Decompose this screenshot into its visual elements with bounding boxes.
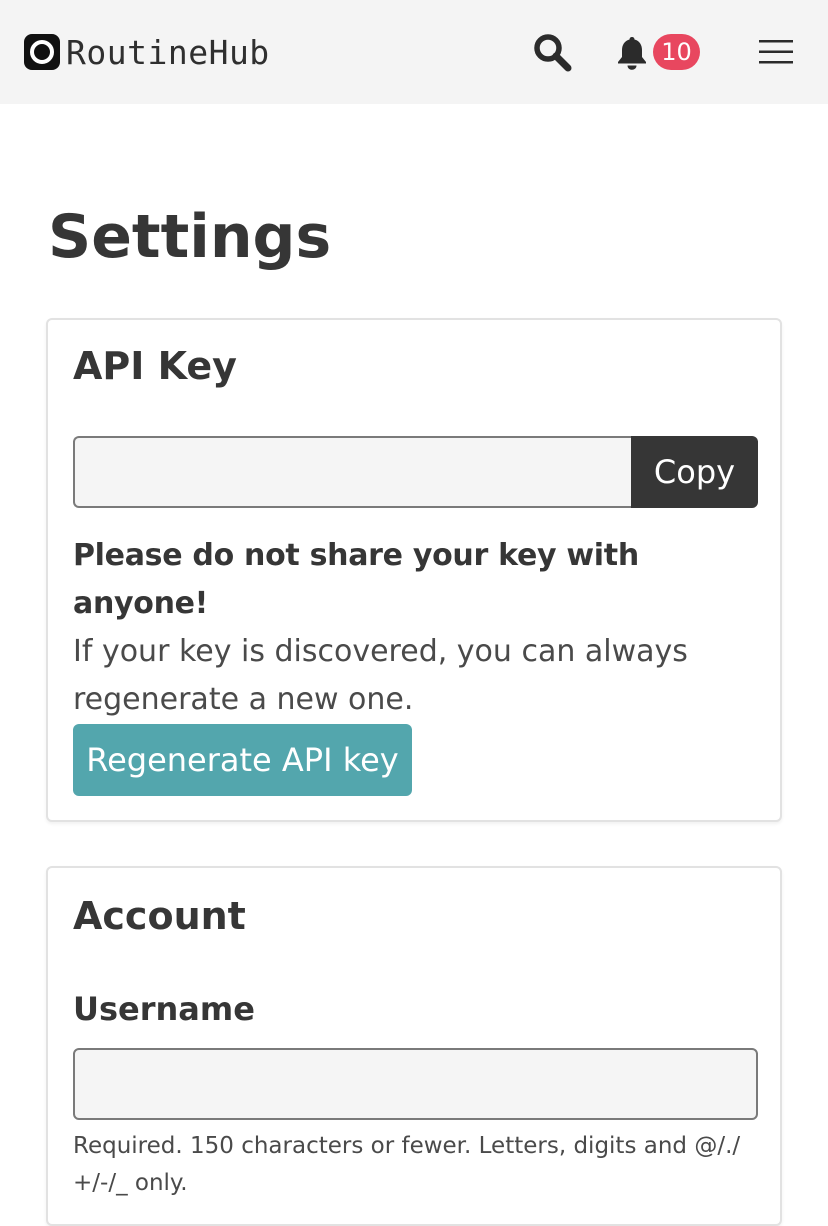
api-key-warning: Please do not share your key with anyone…: [73, 532, 773, 724]
account-card: Account Username Required. 150 character…: [46, 866, 782, 1226]
username-help-text: Required. 150 characters or fewer. Lette…: [73, 1133, 741, 1196]
api-key-title: API Key: [73, 344, 237, 388]
bell-icon[interactable]: [616, 36, 648, 70]
api-key-input[interactable]: [73, 436, 631, 508]
warning-body-text: If your key is discovered, you can alway…: [73, 634, 688, 717]
page-title: Settings: [48, 202, 332, 272]
brand-link[interactable]: RoutineHub: [24, 32, 270, 72]
copy-button[interactable]: Copy: [631, 436, 758, 508]
warning-strong-text: Please do not share your key with anyone…: [73, 538, 639, 621]
search-icon[interactable]: [532, 32, 572, 72]
username-field[interactable]: [73, 1048, 758, 1120]
api-key-card: API Key Copy Please do not share your ke…: [46, 318, 782, 822]
api-key-group: Copy: [73, 436, 758, 508]
navbar: RoutineHub 10: [0, 0, 828, 104]
brand-name: RoutineHub: [66, 32, 270, 72]
regenerate-api-key-button[interactable]: Regenerate API key: [73, 724, 412, 796]
hamburger-menu-icon[interactable]: [759, 38, 793, 66]
notification-count-badge[interactable]: 10: [653, 34, 700, 70]
account-title: Account: [73, 894, 246, 938]
username-label: Username: [73, 990, 255, 1028]
routinehub-logo-icon: [24, 34, 60, 70]
